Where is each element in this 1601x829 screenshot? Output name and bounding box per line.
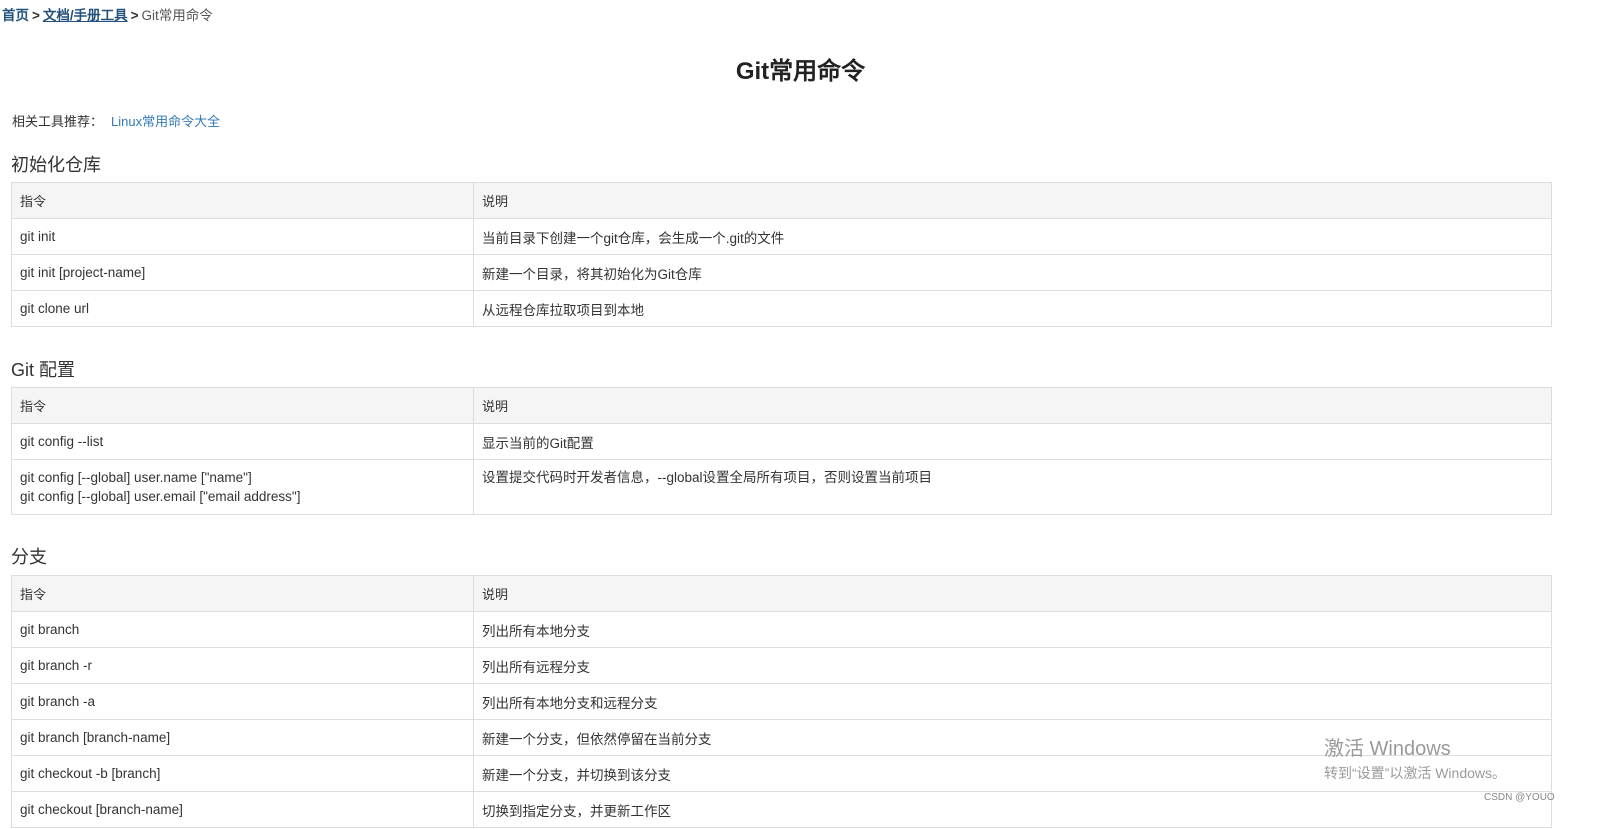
desc-cell: 新建一个目录，将其初始化为Git仓库 bbox=[473, 254, 1552, 291]
table-row: git branch 列出所有本地分支 bbox=[11, 611, 1552, 648]
desc-cell: 列出所有本地分支 bbox=[473, 611, 1552, 648]
header-cmd: 指令 bbox=[11, 575, 474, 612]
header-cmd: 指令 bbox=[11, 387, 474, 424]
header-desc: 说明 bbox=[473, 182, 1552, 219]
cmd-cell: git branch [branch-name] bbox=[11, 719, 474, 756]
watermark-subtitle: 转到“设置”以激活 Windows。 bbox=[1324, 765, 1507, 781]
table-row: git branch -r 列出所有远程分支 bbox=[11, 647, 1552, 684]
table-row: git init 当前目录下创建一个git仓库，会生成一个.git的文件 bbox=[11, 218, 1552, 255]
breadcrumb-separator: > bbox=[32, 8, 40, 23]
windows-activation-watermark: 激活 Windows 转到“设置”以激活 Windows。 bbox=[1324, 737, 1506, 783]
cmd-cell: git branch -r bbox=[11, 647, 474, 684]
desc-cell: 设置提交代码时开发者信息，--global设置全局所有项目，否则设置当前项目 bbox=[473, 459, 1552, 515]
table-row: git branch -a 列出所有本地分支和远程分支 bbox=[11, 683, 1552, 720]
table-row: git config --list 显示当前的Git配置 bbox=[11, 423, 1552, 460]
table-config: 指令 说明 git config --list 显示当前的Git配置 git c… bbox=[11, 387, 1552, 515]
cmd-line: git config [--global] user.name ["name"] bbox=[20, 470, 252, 485]
cmd-cell: git init [project-name] bbox=[11, 254, 474, 291]
watermark-title: 激活 Windows bbox=[1324, 738, 1451, 760]
cmd-cell: git clone url bbox=[11, 290, 474, 327]
cmd-cell: git config [--global] user.name ["name"]… bbox=[11, 459, 474, 515]
breadcrumb-separator: > bbox=[130, 8, 139, 23]
table-row: git clone url 从远程仓库拉取项目到本地 bbox=[11, 290, 1552, 327]
table-branch: 指令 说明 git branch 列出所有本地分支 git branch -r … bbox=[11, 575, 1552, 828]
table-header-row: 指令 说明 bbox=[11, 387, 1552, 424]
breadcrumb-home-link[interactable]: 首页 bbox=[2, 8, 29, 23]
desc-cell: 显示当前的Git配置 bbox=[473, 423, 1552, 460]
cmd-cell: git config --list bbox=[11, 423, 474, 460]
header-desc: 说明 bbox=[473, 387, 1552, 424]
header-cmd: 指令 bbox=[11, 182, 474, 219]
cmd-cell: git init bbox=[11, 218, 474, 255]
breadcrumb: 首页 > 文档/手册工具 > Git常用命令 bbox=[2, 4, 213, 24]
table-row: git checkout -b [branch] 新建一个分支，并切换到该分支 bbox=[11, 755, 1552, 792]
cmd-cell: git checkout [branch-name] bbox=[11, 791, 474, 828]
section-title-branch: 分支 bbox=[11, 547, 47, 567]
table-init: 指令 说明 git init 当前目录下创建一个git仓库，会生成一个.git的… bbox=[11, 182, 1552, 327]
table-row: git branch [branch-name] 新建一个分支，但依然停留在当前… bbox=[11, 719, 1552, 756]
cmd-cell: git branch bbox=[11, 611, 474, 648]
table-row: git init [project-name] 新建一个目录，将其初始化为Git… bbox=[11, 254, 1552, 291]
cmd-cell: git checkout -b [branch] bbox=[11, 755, 474, 792]
related-tools: 相关工具推荐： Linux常用命令大全 bbox=[12, 111, 220, 130]
table-row: git config [--global] user.name ["name"]… bbox=[11, 459, 1552, 515]
header-desc: 说明 bbox=[473, 575, 1552, 612]
desc-cell: 列出所有本地分支和远程分支 bbox=[473, 683, 1552, 720]
csdn-watermark: CSDN @YOUO bbox=[1484, 792, 1555, 803]
table-header-row: 指令 说明 bbox=[11, 575, 1552, 612]
cmd-cell: git branch -a bbox=[11, 683, 474, 720]
breadcrumb-category-link[interactable]: 文档/手册工具 bbox=[43, 8, 128, 23]
desc-cell: 列出所有远程分支 bbox=[473, 647, 1552, 684]
table-header-row: 指令 说明 bbox=[11, 182, 1552, 219]
desc-cell: 当前目录下创建一个git仓库，会生成一个.git的文件 bbox=[473, 218, 1552, 255]
breadcrumb-current: Git常用命令 bbox=[141, 8, 213, 23]
section-title-init: 初始化仓库 bbox=[11, 155, 101, 175]
page-title: Git常用命令 bbox=[735, 58, 866, 85]
table-row: git checkout [branch-name] 切换到指定分支，并更新工作… bbox=[11, 791, 1552, 828]
related-tool-link[interactable]: Linux常用命令大全 bbox=[111, 114, 220, 129]
desc-cell: 切换到指定分支，并更新工作区 bbox=[473, 791, 1552, 828]
section-title-config: Git 配置 bbox=[11, 360, 76, 380]
related-tools-label: 相关工具推荐： bbox=[12, 114, 104, 129]
desc-cell: 从远程仓库拉取项目到本地 bbox=[473, 290, 1552, 327]
cmd-line: git config [--global] user.email ["email… bbox=[20, 489, 301, 504]
